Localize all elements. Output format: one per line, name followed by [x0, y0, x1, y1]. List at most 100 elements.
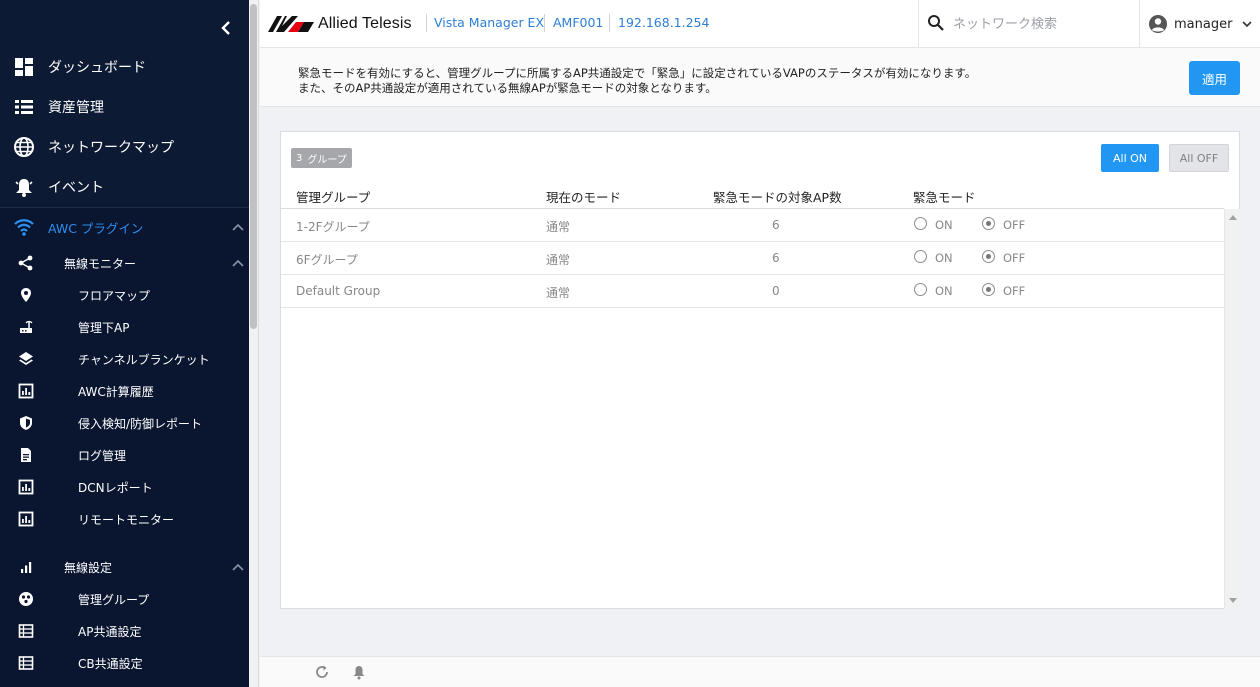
device-name-link[interactable]: AMF001: [553, 15, 603, 30]
sidebar-item-awc-plugin[interactable]: AWC プラグイン: [0, 211, 249, 243]
sidebar-item-assets[interactable]: 資産管理: [0, 91, 249, 123]
column-header-emergency-mode[interactable]: 緊急モード: [913, 187, 976, 206]
sidebar-item-dashboard[interactable]: ダッシュボード: [0, 51, 249, 83]
sidebar-item-ap-common-settings[interactable]: AP共通設定: [0, 615, 249, 647]
sidebar-item-label: ネットワークマップ: [48, 140, 174, 156]
notifications-button[interactable]: [349, 662, 369, 682]
radio-off-label: OFF: [1003, 251, 1026, 265]
cell-group: Default Group: [296, 284, 381, 298]
emergency-mode-panel: 3 グループ All ON All OFF 管理グループ 現在のモード 緊急モー…: [280, 131, 1240, 609]
sidebar-collapse-button[interactable]: [214, 14, 238, 42]
refresh-icon: [316, 665, 328, 678]
network-search[interactable]: [918, 0, 1140, 48]
all-on-button[interactable]: All ON: [1101, 144, 1159, 172]
table-scrollbar[interactable]: [1224, 209, 1240, 609]
user-name: manager: [1174, 16, 1233, 32]
cell-current-mode: 通常: [546, 286, 571, 300]
sidebar-item-label: 管理下AP: [78, 320, 130, 335]
sidebar-item-cb-common-settings[interactable]: CB共通設定: [0, 647, 249, 679]
globe-icon: [12, 135, 36, 159]
brand-logo[interactable]: Allied Telesis: [268, 14, 412, 34]
sidebar-item-awc-history[interactable]: AWC計算履歴: [0, 375, 249, 407]
cell-group: 6Fグループ: [296, 253, 358, 267]
sidebar-item-wireless-monitor[interactable]: 無線モニター: [0, 247, 249, 279]
sidebar-item-dcn-report[interactable]: DCNレポート: [0, 471, 249, 503]
sidebar-item-label: チャンネルブランケット: [78, 352, 210, 367]
sidebar-item-wireless-settings[interactable]: 無線設定: [0, 551, 249, 583]
sidebar-scrollbar-thumb[interactable]: [250, 4, 257, 329]
sidebar-item-floor-map[interactable]: フロアマップ: [0, 279, 249, 311]
sidebar-item-remote-monitor[interactable]: リモートモニター: [0, 503, 249, 535]
sidebar-item-label: ログ管理: [78, 448, 127, 463]
emergency-on-radio[interactable]: [914, 250, 927, 263]
emergency-off-radio[interactable]: [982, 283, 995, 296]
table-row: Default Group 通常 0 ON OFF: [281, 275, 1224, 308]
sidebar-item-management-group[interactable]: 管理グループ: [0, 583, 249, 615]
table-icon: [14, 651, 38, 675]
group-count: 3: [296, 152, 303, 164]
cell-current-mode: 通常: [546, 253, 571, 267]
emergency-mode-notice: 緊急モードを有効にすると、管理グループに所属するAP共通設定で「緊急」に設定され…: [260, 48, 1260, 107]
radio-off-label: OFF: [1003, 218, 1026, 232]
all-off-button[interactable]: All OFF: [1169, 144, 1229, 172]
sidebar-item-ids-report[interactable]: 侵入検知/防御レポート: [0, 407, 249, 439]
layers-icon: [14, 347, 38, 371]
wifi-icon: [12, 215, 36, 239]
chevron-up-icon[interactable]: [230, 559, 246, 575]
sidebar-item-label: フロアマップ: [78, 288, 151, 303]
allied-telesis-logo-icon: [268, 16, 314, 32]
bell-icon: [353, 666, 365, 680]
chevron-up-icon[interactable]: [230, 219, 246, 235]
emergency-on-radio[interactable]: [914, 283, 927, 296]
cell-ap-count: 6: [772, 251, 780, 265]
chevron-down-icon: [1242, 20, 1253, 27]
sidebar-item-label: 資産管理: [48, 100, 104, 116]
scroll-down-arrow-icon[interactable]: [1229, 598, 1237, 603]
table-row: 1-2Fグループ 通常 6 ON OFF: [281, 209, 1224, 242]
radio-on-label: ON: [935, 284, 953, 298]
radio-off-label: OFF: [1003, 284, 1026, 298]
group-icon: [14, 587, 38, 611]
footer-toolbar: [260, 656, 1260, 687]
column-header-group[interactable]: 管理グループ: [296, 187, 370, 206]
location-pin-icon: [14, 283, 38, 307]
cell-group: 1-2Fグループ: [296, 220, 370, 234]
table-header: 管理グループ 現在のモード 緊急モードの対象AP数 緊急モード: [281, 182, 1224, 209]
top-header: Allied Telesis Vista Manager EX AMF001 1…: [260, 0, 1260, 48]
sidebar-item-log-management[interactable]: ログ管理: [0, 439, 249, 471]
column-header-current-mode[interactable]: 現在のモード: [546, 187, 621, 206]
chevron-up-icon[interactable]: [230, 255, 246, 271]
sidebar-item-label: 侵入検知/防御レポート: [78, 416, 203, 431]
notice-text-line1: 緊急モードを有効にすると、管理グループに所属するAP共通設定で「緊急」に設定され…: [298, 66, 977, 80]
device-ip-link[interactable]: 192.168.1.254: [618, 15, 709, 30]
radio-on-label: ON: [935, 251, 953, 265]
share-icon: [14, 251, 38, 275]
sidebar-item-label: ダッシュボード: [48, 60, 146, 76]
sidebar-item-label: イベント: [48, 180, 104, 196]
scroll-up-arrow-icon[interactable]: [1229, 215, 1237, 220]
apply-button[interactable]: 適用: [1189, 61, 1240, 95]
refresh-button[interactable]: [312, 662, 332, 682]
sidebar-item-events[interactable]: イベント: [0, 171, 249, 203]
sidebar-item-label: AWC計算履歴: [78, 384, 154, 399]
sidebar-item-network-map[interactable]: ネットワークマップ: [0, 131, 249, 163]
header-separator: [426, 14, 427, 32]
sidebar-item-channel-blanket[interactable]: チャンネルブランケット: [0, 343, 249, 375]
sidebar-item-label: 管理グループ: [78, 592, 150, 607]
user-menu[interactable]: manager: [1148, 12, 1256, 36]
sidebar-scrollbar[interactable]: [249, 0, 259, 687]
dashboard-icon: [12, 55, 36, 79]
column-header-target-ap-count[interactable]: 緊急モードの対象AP数: [713, 187, 842, 206]
sidebar-item-label: CB共通設定: [78, 656, 143, 671]
product-name-link[interactable]: Vista Manager EX: [434, 15, 544, 30]
sidebar-item-managed-ap[interactable]: 管理下AP: [0, 311, 249, 343]
table-row: 6Fグループ 通常 6 ON OFF: [281, 242, 1224, 275]
sidebar-item-label: 無線設定: [64, 560, 113, 575]
emergency-on-radio[interactable]: [914, 217, 927, 230]
search-input[interactable]: [953, 12, 1133, 36]
emergency-off-radio[interactable]: [982, 250, 995, 263]
notice-text-line2: また、そのAP共通設定が適用されている無線APが緊急モードの対象となります。: [298, 81, 717, 95]
cell-ap-count: 0: [772, 284, 780, 298]
emergency-off-radio[interactable]: [982, 217, 995, 230]
account-circle-icon: [1149, 15, 1167, 33]
